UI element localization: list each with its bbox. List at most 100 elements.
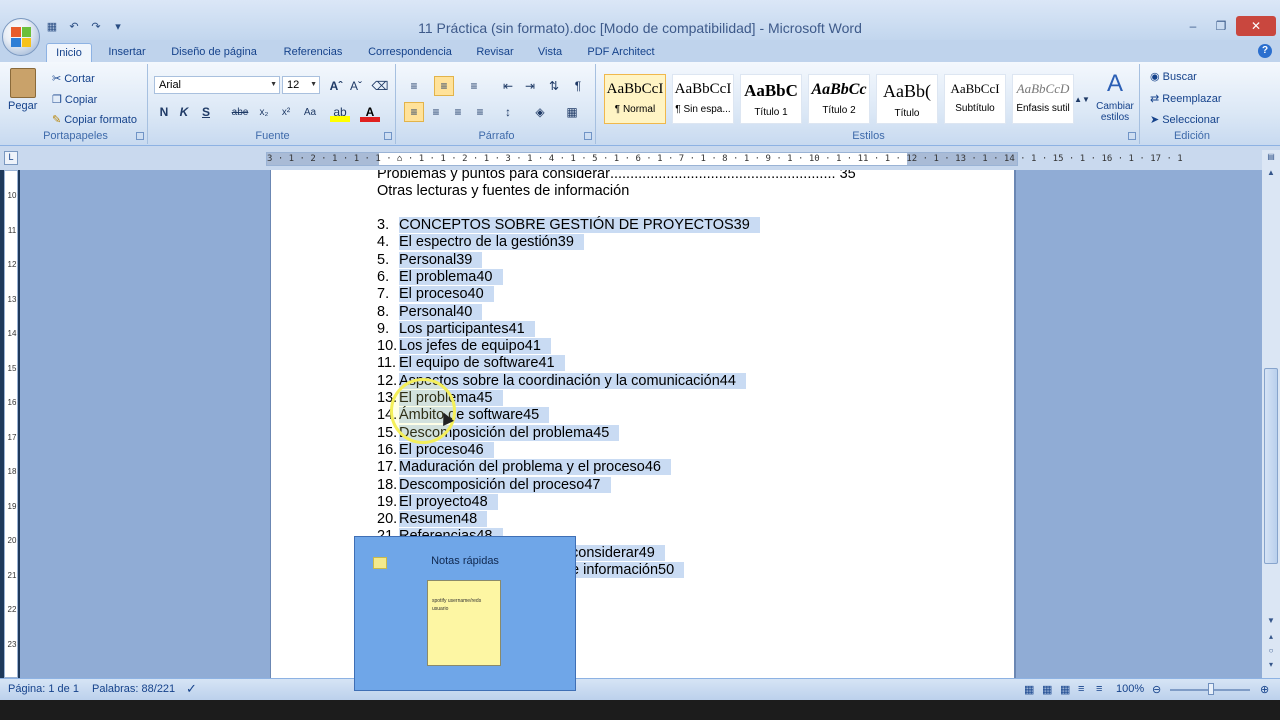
clipboard-launcher-icon[interactable] [136,132,144,140]
scroll-down-icon[interactable]: ▼ [1264,616,1278,630]
borders-icon[interactable]: ▦ [562,102,582,122]
tab-revisar[interactable]: Revisar [470,43,520,62]
full-screen-reading-icon[interactable]: ▦ [1042,683,1052,696]
help-icon[interactable]: ? [1258,44,1272,58]
increase-indent-icon[interactable]: ⇥ [520,76,540,96]
replace-button[interactable]: ⇄ Reemplazar [1150,92,1222,106]
italic-icon[interactable]: K [174,102,194,122]
cut-button[interactable]: ✂ Cortar [52,72,95,86]
list-item-number: 16. [377,441,398,458]
document-area: Problemas y puntos para considerar......… [20,170,1262,678]
style-normal[interactable]: AaBbCcI ¶ Normal [604,74,666,124]
underline-icon[interactable]: S [196,102,216,122]
style-enfasis-sutil[interactable]: AaBbCcD Énfasis sutil [1012,74,1074,124]
align-center-icon[interactable]: ≡ [426,102,446,122]
zoom-in-icon[interactable]: ⊕ [1260,683,1269,696]
format-painter-button[interactable]: ✎ Copiar formato [52,113,137,127]
sort-icon[interactable]: ⇅ [544,76,564,96]
draft-view-icon[interactable]: ≡ [1096,683,1102,695]
copy-label: Copiar [64,93,98,106]
grow-font-icon[interactable]: Aˆ [326,76,346,96]
outline-view-icon[interactable]: ≡ [1078,683,1084,695]
font-color-icon[interactable]: A [360,102,380,122]
styles-launcher-icon[interactable] [1128,132,1136,140]
horizontal-ruler[interactable]: 3 · 1 · 2 · 1 · 1 · 1 · ⌂ · 1 · 1 · 2 · … [266,152,1183,166]
previous-page-icon[interactable]: ▴ [1264,632,1278,646]
style-titulo-2[interactable]: AaBbCc Título 2 [808,74,870,124]
tab-pdf-architect[interactable]: PDF Architect [580,43,662,62]
office-button[interactable] [2,18,40,56]
tab-vista[interactable]: Vista [530,43,570,62]
group-styles: AaBbCcI ¶ Normal AaBbCcI ¶ Sin espa... AaB… [598,64,1140,144]
font-size-combo[interactable]: 12 ▼ [282,76,320,94]
styles-scroll-icon[interactable]: ▲▼ [1074,74,1090,124]
paste-button[interactable]: Pegar [8,68,37,112]
highlight-icon[interactable]: ab [330,102,350,122]
word-count[interactable]: Palabras: 88/221 [92,683,175,695]
close-button[interactable]: ✕ [1236,16,1276,36]
minimize-button[interactable]: – [1180,16,1206,36]
zoom-level[interactable]: 100% [1116,683,1144,695]
numbering-icon[interactable]: ≡ [434,76,454,96]
show-marks-icon[interactable]: ¶ [568,76,588,96]
vruler-number: 12 [7,260,17,269]
list-item-number: 9. [377,320,390,337]
style-titulo[interactable]: AaBb(Título [876,74,938,124]
sticky-notes-preview[interactable]: Notas rápidas spotify username/reds usua… [354,536,576,691]
page-count[interactable]: Página: 1 de 1 [8,683,79,695]
change-case-icon[interactable]: Aa [300,102,320,122]
style-titulo-1[interactable]: AaBbC Título 1 [740,74,802,124]
copy-button[interactable]: ❐ Copiar [52,93,98,107]
group-paragraph: ≡ ≡ ≡ ⇤ ⇥ ⇅ ¶ ≡ ≡ ≡ ≡ ↕ ◈ ▦ Párrafo [398,64,596,144]
style-sin-espaciado[interactable]: AaBbCcI ¶ Sin espa... [672,74,734,124]
style-subtitulo[interactable]: AaBbCcI Subtítulo [944,74,1006,124]
bullets-icon[interactable]: ≡ [404,76,424,96]
scrollbar-thumb[interactable] [1264,368,1278,564]
window-title: 11 Práctica (sin formato).doc [Modo de c… [418,20,862,36]
tab-inicio[interactable]: Inicio [46,43,92,62]
ruler-view-icon[interactable]: ▤ [1264,152,1278,166]
tab-referencias[interactable]: Referencias [276,43,350,62]
tab-diseno-pagina[interactable]: Diseño de página [164,43,264,62]
tab-selector-icon[interactable]: L [4,151,18,165]
zoom-out-icon[interactable]: ⊖ [1152,683,1161,696]
select-arrow-icon: ➤ [1150,114,1160,126]
browse-object-icon[interactable]: ○ [1264,646,1278,660]
change-styles-button[interactable]: A Cambiar estilos [1092,70,1138,123]
zoom-slider-thumb[interactable] [1208,683,1214,695]
print-layout-icon[interactable]: ▦ [1024,683,1034,696]
shading-icon[interactable]: ◈ [530,102,550,122]
line-spacing-icon[interactable]: ↕ [498,102,518,122]
restore-button[interactable]: ❐ [1208,16,1234,36]
multilevel-list-icon[interactable]: ≡ [464,76,484,96]
clear-format-icon[interactable]: ⌫ [370,76,390,96]
tab-correspondencia[interactable]: Correspondencia [360,43,460,62]
web-layout-icon[interactable]: ▦ [1060,683,1070,696]
shrink-font-icon[interactable]: Aˇ [346,76,366,96]
spellcheck-icon[interactable]: ✓ [186,681,197,697]
font-launcher-icon[interactable] [384,132,392,140]
bold-icon[interactable]: N [154,102,174,122]
style-sample: AaBbCcD [1016,81,1070,96]
list-item: 16. El proceso46 [377,441,494,459]
list-item: 17. Maduración del problema y el proceso4… [377,459,671,476]
select-button[interactable]: ➤ Seleccionar [1150,113,1220,127]
justify-icon[interactable]: ≡ [470,102,490,122]
subscript-icon[interactable]: x₂ [254,102,274,122]
align-right-icon[interactable]: ≡ [448,102,468,122]
paragraph-launcher-icon[interactable] [584,132,592,140]
scroll-up-icon[interactable]: ▲ [1264,168,1278,182]
tab-insertar[interactable]: Insertar [100,43,154,62]
sticky-note-thumbnail[interactable]: spotify username/reds usuario [427,580,501,666]
list-item-number: 4. [377,234,390,251]
align-left-icon[interactable]: ≡ [404,102,424,122]
strikethrough-icon[interactable]: abe [230,102,250,122]
vertical-scrollbar[interactable]: ▤ ▲ ▼ ▴ ○ ▾ [1262,150,1280,678]
decrease-indent-icon[interactable]: ⇤ [498,76,518,96]
list-item-text: Personal40 [399,303,483,320]
vertical-ruler[interactable]: 10 11 12 13 14 15 16 17 18 19 20 21 22 23 [4,170,18,678]
next-page-icon[interactable]: ▾ [1264,660,1278,674]
superscript-icon[interactable]: x² [276,102,296,122]
font-name-combo[interactable]: Arial ▼ [154,76,280,94]
find-button[interactable]: ◉ Buscar [1150,70,1197,84]
